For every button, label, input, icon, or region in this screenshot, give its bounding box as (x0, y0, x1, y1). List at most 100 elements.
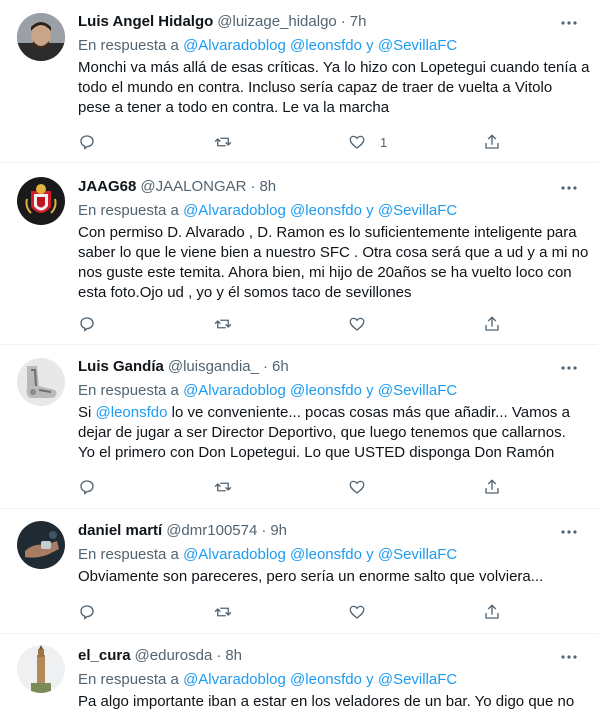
like-button[interactable] (348, 602, 380, 622)
reply-icon (80, 135, 94, 150)
mention-link[interactable]: @leonsfdo (290, 671, 362, 688)
timestamp[interactable]: 8h (225, 647, 242, 664)
tweet-header: Luis Angel Hidalgo @luizage_hidalgo · 7h (78, 10, 584, 32)
mention-link[interactable]: @leonsfdo (290, 202, 362, 219)
username[interactable]: @luizage_hidalgo (217, 13, 336, 30)
timestamp[interactable]: 8h (259, 178, 276, 195)
tweet-text-line: Pa algo importante iban a estar en los v… (78, 693, 575, 710)
timestamp[interactable]: 7h (350, 13, 367, 30)
avatar[interactable] (17, 521, 65, 569)
tweet[interactable]: Luis Gandía @luisgandia_ · 6h En respues… (0, 345, 598, 509)
avatar[interactable] (17, 13, 65, 61)
like-button[interactable]: 1 (348, 132, 387, 152)
username[interactable]: @JAALONGAR (140, 178, 246, 195)
display-name[interactable]: Luis Angel Hidalgo (78, 13, 213, 30)
mention-link[interactable]: @leonsfdo (96, 404, 168, 421)
mention-link[interactable]: @leonsfdo (290, 546, 362, 563)
display-name[interactable]: Luis Gandía (78, 358, 164, 375)
more-dots-icon[interactable] (558, 521, 580, 543)
reply-button[interactable] (78, 602, 96, 622)
tweet-text: Con permiso D. Alvarado , D. Ramon es lo… (78, 223, 588, 303)
display-name[interactable]: daniel martí (78, 522, 162, 539)
tweet-text: Monchi va más allá de esas críticas. Ya … (78, 58, 589, 118)
display-name[interactable]: el_cura (78, 647, 131, 664)
mention-link[interactable]: @Alvaradoblog (183, 382, 286, 399)
more-dots-icon[interactable] (558, 12, 580, 34)
username[interactable]: @edurosda (135, 647, 213, 664)
reply-context: En respuesta a @Alvaradoblog @leonsfdo y… (78, 545, 584, 565)
retweet-icon (214, 319, 232, 329)
avatar[interactable] (17, 177, 65, 225)
reply-prefix: En respuesta a (78, 202, 179, 219)
tweet-text: Obviamente son pareceres, pero sería un … (78, 567, 584, 587)
reply-context: En respuesta a @Alvaradoblog @leonsfdo y… (78, 670, 584, 690)
avatar[interactable] (17, 645, 65, 693)
avatar[interactable] (17, 358, 65, 406)
mention-link[interactable]: @SevillaFC (378, 37, 457, 54)
reply-prefix: En respuesta a (78, 546, 179, 563)
reply-and: y (366, 202, 374, 219)
like-button[interactable] (348, 314, 380, 334)
tweet-actions (78, 477, 508, 497)
reply-icon (80, 605, 94, 620)
mention-link[interactable]: @SevillaFC (378, 382, 457, 399)
like-icon (349, 480, 365, 494)
tweet-text-line: esta foto.Ojo ud , yo y él somos taco de… (78, 284, 412, 301)
reply-button[interactable] (78, 477, 96, 497)
retweet-button[interactable] (214, 132, 232, 152)
reply-prefix: En respuesta a (78, 671, 179, 688)
share-icon (485, 134, 499, 149)
mention-link[interactable]: @Alvaradoblog (183, 546, 286, 563)
mention-link[interactable]: @leonsfdo (290, 382, 362, 399)
tweet-text-line: pese a tener a todo en contra. Le va la … (78, 99, 390, 116)
reply-button[interactable] (78, 314, 96, 334)
tweet-text-line: todo el mundo en contra. Incluso sería c… (78, 79, 553, 96)
timestamp[interactable]: 9h (270, 522, 287, 539)
display-name[interactable]: JAAG68 (78, 178, 136, 195)
separator: · (250, 177, 256, 195)
tweet[interactable]: el_cura @edurosda · 8h En respuesta a @A… (0, 634, 598, 716)
reply-context: En respuesta a @Alvaradoblog @leonsfdo y… (78, 381, 584, 401)
mention-link[interactable]: @Alvaradoblog (183, 202, 286, 219)
share-button[interactable] (483, 132, 501, 152)
share-button[interactable] (483, 602, 501, 622)
username[interactable]: @dmr100574 (166, 522, 257, 539)
reply-prefix: En respuesta a (78, 37, 179, 54)
text-prefix: Si (78, 404, 96, 421)
timestamp[interactable]: 6h (272, 358, 289, 375)
more-dots-icon[interactable] (558, 177, 580, 199)
reply-and: y (366, 37, 374, 54)
tweet[interactable]: JAAG68 @JAALONGAR · 8h En respuesta a @A… (0, 163, 598, 345)
timeline: Luis Angel Hidalgo @luizage_hidalgo · 7h… (0, 0, 598, 716)
tweet-header: el_cura @edurosda · 8h (78, 644, 584, 666)
retweet-button[interactable] (214, 314, 232, 334)
reply-icon (80, 480, 94, 495)
mention-link[interactable]: @Alvaradoblog (183, 671, 286, 688)
retweet-button[interactable] (214, 602, 232, 622)
mention-link[interactable]: @SevillaFC (378, 546, 457, 563)
share-button[interactable] (483, 477, 501, 497)
tweet-header: Luis Gandía @luisgandia_ · 6h (78, 355, 584, 377)
mention-link[interactable]: @SevillaFC (378, 671, 457, 688)
mention-link[interactable]: @Alvaradoblog (183, 37, 286, 54)
reply-button[interactable] (78, 132, 96, 152)
separator: · (262, 357, 268, 375)
reply-and: y (366, 671, 374, 688)
mention-link[interactable]: @SevillaFC (378, 202, 457, 219)
tweet-actions (78, 602, 508, 622)
tweet[interactable]: daniel martí @dmr100574 · 9h En respuest… (0, 509, 598, 634)
more-dots-icon[interactable] (558, 357, 580, 379)
reply-icon (80, 317, 94, 332)
more-dots-icon[interactable] (558, 646, 580, 668)
tweet-text-line: Obviamente son pareceres, pero sería un … (78, 568, 544, 585)
retweet-button[interactable] (214, 477, 232, 497)
tweet-header: daniel martí @dmr100574 · 9h (78, 519, 584, 541)
tweet[interactable]: Luis Angel Hidalgo @luizage_hidalgo · 7h… (0, 0, 598, 163)
reply-and: y (366, 546, 374, 563)
tweet-text-line: Con permiso D. Alvarado , D. Ramon es lo… (78, 224, 577, 241)
username[interactable]: @luisgandia_ (168, 358, 259, 375)
like-button[interactable] (348, 477, 380, 497)
mention-link[interactable]: @leonsfdo (290, 37, 362, 54)
text-suffix: lo ve conveniente... pocas cosas más que… (167, 404, 570, 421)
share-button[interactable] (483, 314, 501, 334)
